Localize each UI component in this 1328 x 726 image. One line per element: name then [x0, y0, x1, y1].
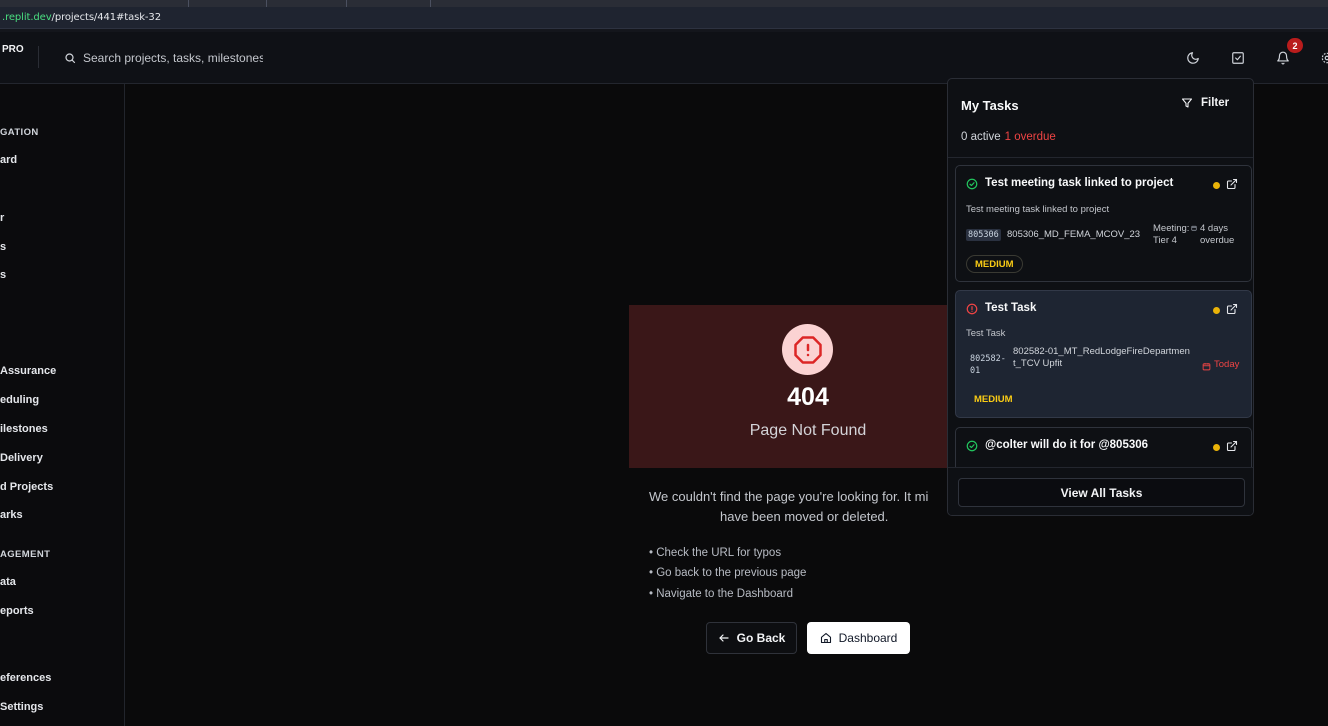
- sidebar-item-benchmarks[interactable]: arks: [0, 509, 23, 521]
- browser-tab-strip: [0, 0, 1328, 7]
- project-name: 805306_MD_FEMA_MCOV_23: [1007, 229, 1141, 240]
- gear-icon: [1321, 52, 1328, 64]
- project-name: 802582-01_MT_RedLodgeFireDepartment_TCV …: [1013, 346, 1190, 370]
- brand-tag: PRO: [2, 44, 24, 55]
- task-title[interactable]: @colter will do it for @805306: [985, 439, 1148, 451]
- due-date: 4 days overdue: [1191, 223, 1240, 248]
- search-input[interactable]: [83, 51, 263, 65]
- error-message-line-2: have been moved or deleted.: [720, 509, 889, 524]
- sidebar-item-dashboard[interactable]: ard: [0, 154, 17, 166]
- sidebar-item-delivery[interactable]: Delivery: [0, 452, 43, 464]
- task-description: Test meeting task linked to project: [966, 204, 1110, 215]
- tip-go-back: • Go back to the previous page: [649, 567, 807, 579]
- home-icon: [820, 632, 831, 644]
- external-link-icon[interactable]: [1226, 303, 1238, 315]
- task-title[interactable]: Test Task: [985, 302, 1036, 314]
- due-text: Today: [1214, 359, 1240, 370]
- task-card[interactable]: Test meeting task linked to project Test…: [955, 165, 1252, 282]
- calendar-icon: [1191, 225, 1197, 231]
- task-card[interactable]: @colter will do it for @805306: [955, 427, 1252, 467]
- header-divider: [38, 46, 39, 68]
- overdue-count[interactable]: 1 overdue: [1005, 131, 1056, 143]
- filter-button[interactable]: Filter: [1181, 97, 1229, 109]
- due-text: 4 days overdue: [1200, 223, 1235, 247]
- filter-icon: [1181, 98, 1193, 108]
- sidebar-item-quality-assurance[interactable]: Assurance: [0, 365, 56, 377]
- tab-separator: [430, 0, 431, 7]
- sidebar-item-scheduling[interactable]: eduling: [0, 394, 39, 406]
- sidebar-item[interactable]: s: [0, 269, 6, 281]
- dashboard-button[interactable]: Dashboard: [807, 622, 910, 654]
- settings-button[interactable]: [1318, 49, 1328, 67]
- tip-navigate-dashboard: • Navigate to the Dashboard: [649, 588, 794, 600]
- task-card-selected[interactable]: Test Task Test Task 802582-01 802582-01_…: [955, 290, 1252, 418]
- my-tasks-button[interactable]: [1229, 49, 1247, 67]
- sidebar-item[interactable]: s: [0, 241, 6, 253]
- due-date: Today: [1202, 359, 1239, 371]
- priority-badge: MEDIUM: [966, 255, 1023, 273]
- calendar-icon: [1202, 362, 1211, 370]
- bell-icon: [1277, 51, 1289, 65]
- error-message-line-1: We couldn't find the page you're looking…: [649, 489, 929, 504]
- sidebar-item-milestones[interactable]: ilestones: [0, 423, 48, 435]
- tasks-panel-title: My Tasks: [961, 98, 1019, 113]
- tip-check-url: • Check the URL for typos: [649, 547, 782, 559]
- check-circle-icon: [966, 440, 978, 452]
- task-list[interactable]: Test meeting task linked to project Test…: [948, 158, 1253, 467]
- project-code-badge: 802582-01: [970, 354, 1006, 377]
- active-count: 0 active: [961, 131, 1001, 143]
- go-back-button[interactable]: Go Back: [706, 622, 797, 654]
- priority-dot: [1213, 182, 1220, 189]
- external-link-icon[interactable]: [1226, 440, 1238, 452]
- sidebar-section-management: AGEMENT: [0, 549, 51, 560]
- tasks-panel-footer: View All Tasks: [948, 467, 1253, 515]
- search-icon: [65, 53, 76, 64]
- moon-icon: [1187, 52, 1199, 64]
- check-square-icon: [1232, 52, 1244, 64]
- sidebar-item-preferences[interactable]: eferences: [0, 672, 51, 684]
- external-link-icon[interactable]: [1226, 178, 1238, 190]
- sidebar-section-navigation: GATION: [0, 127, 39, 138]
- tab-separator: [266, 0, 267, 7]
- app-header: PRO: [0, 32, 1328, 84]
- priority-badge: MEDIUM: [974, 393, 1013, 405]
- task-description: Test Task: [966, 328, 1006, 339]
- filter-label: Filter: [1201, 97, 1230, 109]
- error-code: 404: [787, 383, 829, 411]
- alert-circle-icon: [966, 303, 978, 315]
- view-all-tasks-button[interactable]: View All Tasks: [958, 478, 1245, 507]
- not-found-icon-circle: [782, 324, 833, 375]
- priority-dot: [1213, 444, 1220, 451]
- sidebar-item-projects[interactable]: d Projects: [0, 481, 53, 493]
- task-title[interactable]: Test meeting task linked to project: [985, 177, 1173, 189]
- sidebar-item-data[interactable]: ata: [0, 576, 16, 588]
- address-bar[interactable]: .replit.dev/projects/441#task-32: [0, 7, 1328, 29]
- tab-separator: [188, 0, 189, 7]
- url-host: .replit.dev: [2, 12, 52, 23]
- sidebar-item[interactable]: r: [0, 212, 4, 224]
- theme-toggle-button[interactable]: [1184, 49, 1202, 67]
- url-path: /projects/441#task-32: [51, 12, 162, 23]
- error-title: Page Not Found: [749, 422, 867, 439]
- dashboard-label: Dashboard: [838, 631, 898, 645]
- notification-count-badge: 2: [1287, 38, 1303, 53]
- my-tasks-panel: My Tasks Filter 0 active 1 overdue Test m…: [947, 78, 1254, 516]
- go-back-label: Go Back: [736, 631, 786, 645]
- project-code-badge: 805306: [966, 229, 1001, 241]
- url-text[interactable]: .replit.dev/projects/441#task-32: [2, 12, 161, 23]
- sidebar-item-reports[interactable]: eports: [0, 605, 34, 617]
- search-bar[interactable]: [64, 49, 263, 67]
- alert-octagon-icon: [793, 335, 822, 364]
- tab-separator: [346, 0, 347, 7]
- priority-dot: [1213, 307, 1220, 314]
- task-stats: 0 active 1 overdue: [961, 131, 1056, 143]
- sidebar-item-settings[interactable]: Settings: [0, 701, 43, 713]
- arrow-left-icon: [719, 634, 729, 642]
- check-circle-icon: [966, 178, 978, 190]
